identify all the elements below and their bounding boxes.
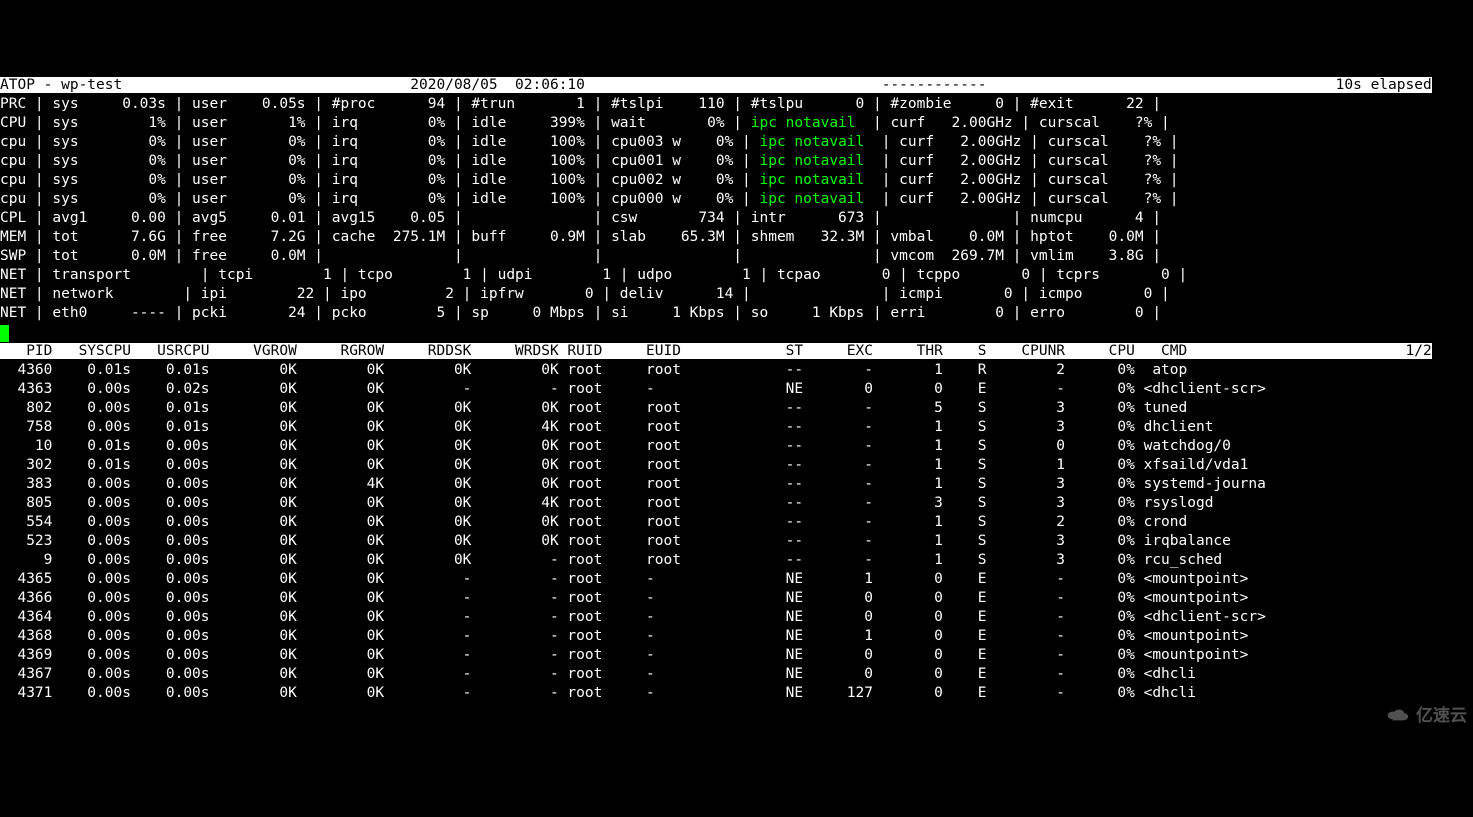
process-row: 4363 0.00s 0.02s 0K 0K - - root - NE 0 0… [0, 381, 1266, 397]
ipc-notavail: ipc notavail [751, 172, 873, 188]
stat-row-NET: NET | eth0 ---- | pcki 24 | pcko 5 | sp … [0, 305, 1161, 321]
stat-row-cpu: cpu | sys 0% | user 0% | irq 0% | idle 1… [0, 153, 1179, 169]
stat-row-CPU: CPU | sys 1% | user 1% | irq 0% | idle 3… [0, 115, 1170, 131]
watermark-text: 亿速云 [1416, 706, 1467, 725]
header-bar: ATOP - wp-test 2020/08/05 02:06:10 -----… [0, 77, 1432, 93]
process-row: 383 0.00s 0.00s 0K 4K 0K 0K root root --… [0, 476, 1266, 492]
ipc-notavail: ipc notavail [751, 134, 873, 150]
process-row: 4365 0.00s 0.00s 0K 0K - - root - NE 1 0… [0, 571, 1248, 587]
process-row: 10 0.01s 0.00s 0K 0K 0K 0K root root -- … [0, 438, 1231, 454]
watermark: 亿速云 [1386, 706, 1467, 725]
atop-terminal[interactable]: ATOP - wp-test 2020/08/05 02:06:10 -----… [0, 76, 1473, 703]
process-header: PID SYSCPU USRCPU VGROW RGROW RDDSK WRDS… [0, 343, 1432, 359]
process-row: 302 0.01s 0.00s 0K 0K 0K 0K root root --… [0, 457, 1248, 473]
stat-row-PRC: PRC | sys 0.03s | user 0.05s | #proc 94 … [0, 96, 1161, 112]
stat-row-MEM: MEM | tot 7.6G | free 7.2G | cache 275.1… [0, 229, 1161, 245]
process-row: 4364 0.00s 0.00s 0K 0K - - root - NE 0 0… [0, 609, 1266, 625]
stat-row-NET: NET | network | ipi 22 | ipo 2 | ipfrw 0… [0, 286, 1170, 302]
stat-row-SWP: SWP | tot 0.0M | free 0.0M | | | | | vmc… [0, 248, 1161, 264]
process-row: 554 0.00s 0.00s 0K 0K 0K 0K root root --… [0, 514, 1187, 530]
process-row: 805 0.00s 0.00s 0K 0K 0K 4K root root --… [0, 495, 1213, 511]
stat-row-cpu: cpu | sys 0% | user 0% | irq 0% | idle 1… [0, 134, 1179, 150]
cursor [0, 325, 9, 342]
process-row: 523 0.00s 0.00s 0K 0K 0K 0K root root --… [0, 533, 1231, 549]
process-row: 4368 0.00s 0.00s 0K 0K - - root - NE 1 0… [0, 628, 1248, 644]
stat-row-cpu: cpu | sys 0% | user 0% | irq 0% | idle 1… [0, 172, 1179, 188]
process-row: 4369 0.00s 0.00s 0K 0K - - root - NE 0 0… [0, 647, 1248, 663]
stat-row-cpu: cpu | sys 0% | user 0% | irq 0% | idle 1… [0, 191, 1179, 207]
process-row: 9 0.00s 0.00s 0K 0K 0K - root root -- - … [0, 552, 1222, 568]
ipc-notavail: ipc notavail [751, 153, 873, 169]
stat-row-NET: NET | transport | tcpi 1 | tcpo 1 | udpi… [0, 267, 1187, 283]
ipc-notavail: ipc notavail [751, 191, 873, 207]
process-row: 4360 0.01s 0.01s 0K 0K 0K 0K root root -… [0, 362, 1187, 378]
stat-row-CPL: CPL | avg1 0.00 | avg5 0.01 | avg15 0.05… [0, 210, 1161, 226]
process-row: 802 0.00s 0.01s 0K 0K 0K 0K root root --… [0, 400, 1187, 416]
process-row: 4367 0.00s 0.00s 0K 0K - - root - NE 0 0… [0, 666, 1196, 682]
process-row: 758 0.00s 0.01s 0K 0K 0K 4K root root --… [0, 419, 1213, 435]
process-row: 4371 0.00s 0.00s 0K 0K - - root - NE 127… [0, 685, 1196, 701]
ipc-notavail: ipc notavail [742, 115, 864, 131]
process-row: 4366 0.00s 0.00s 0K 0K - - root - NE 0 0… [0, 590, 1248, 606]
